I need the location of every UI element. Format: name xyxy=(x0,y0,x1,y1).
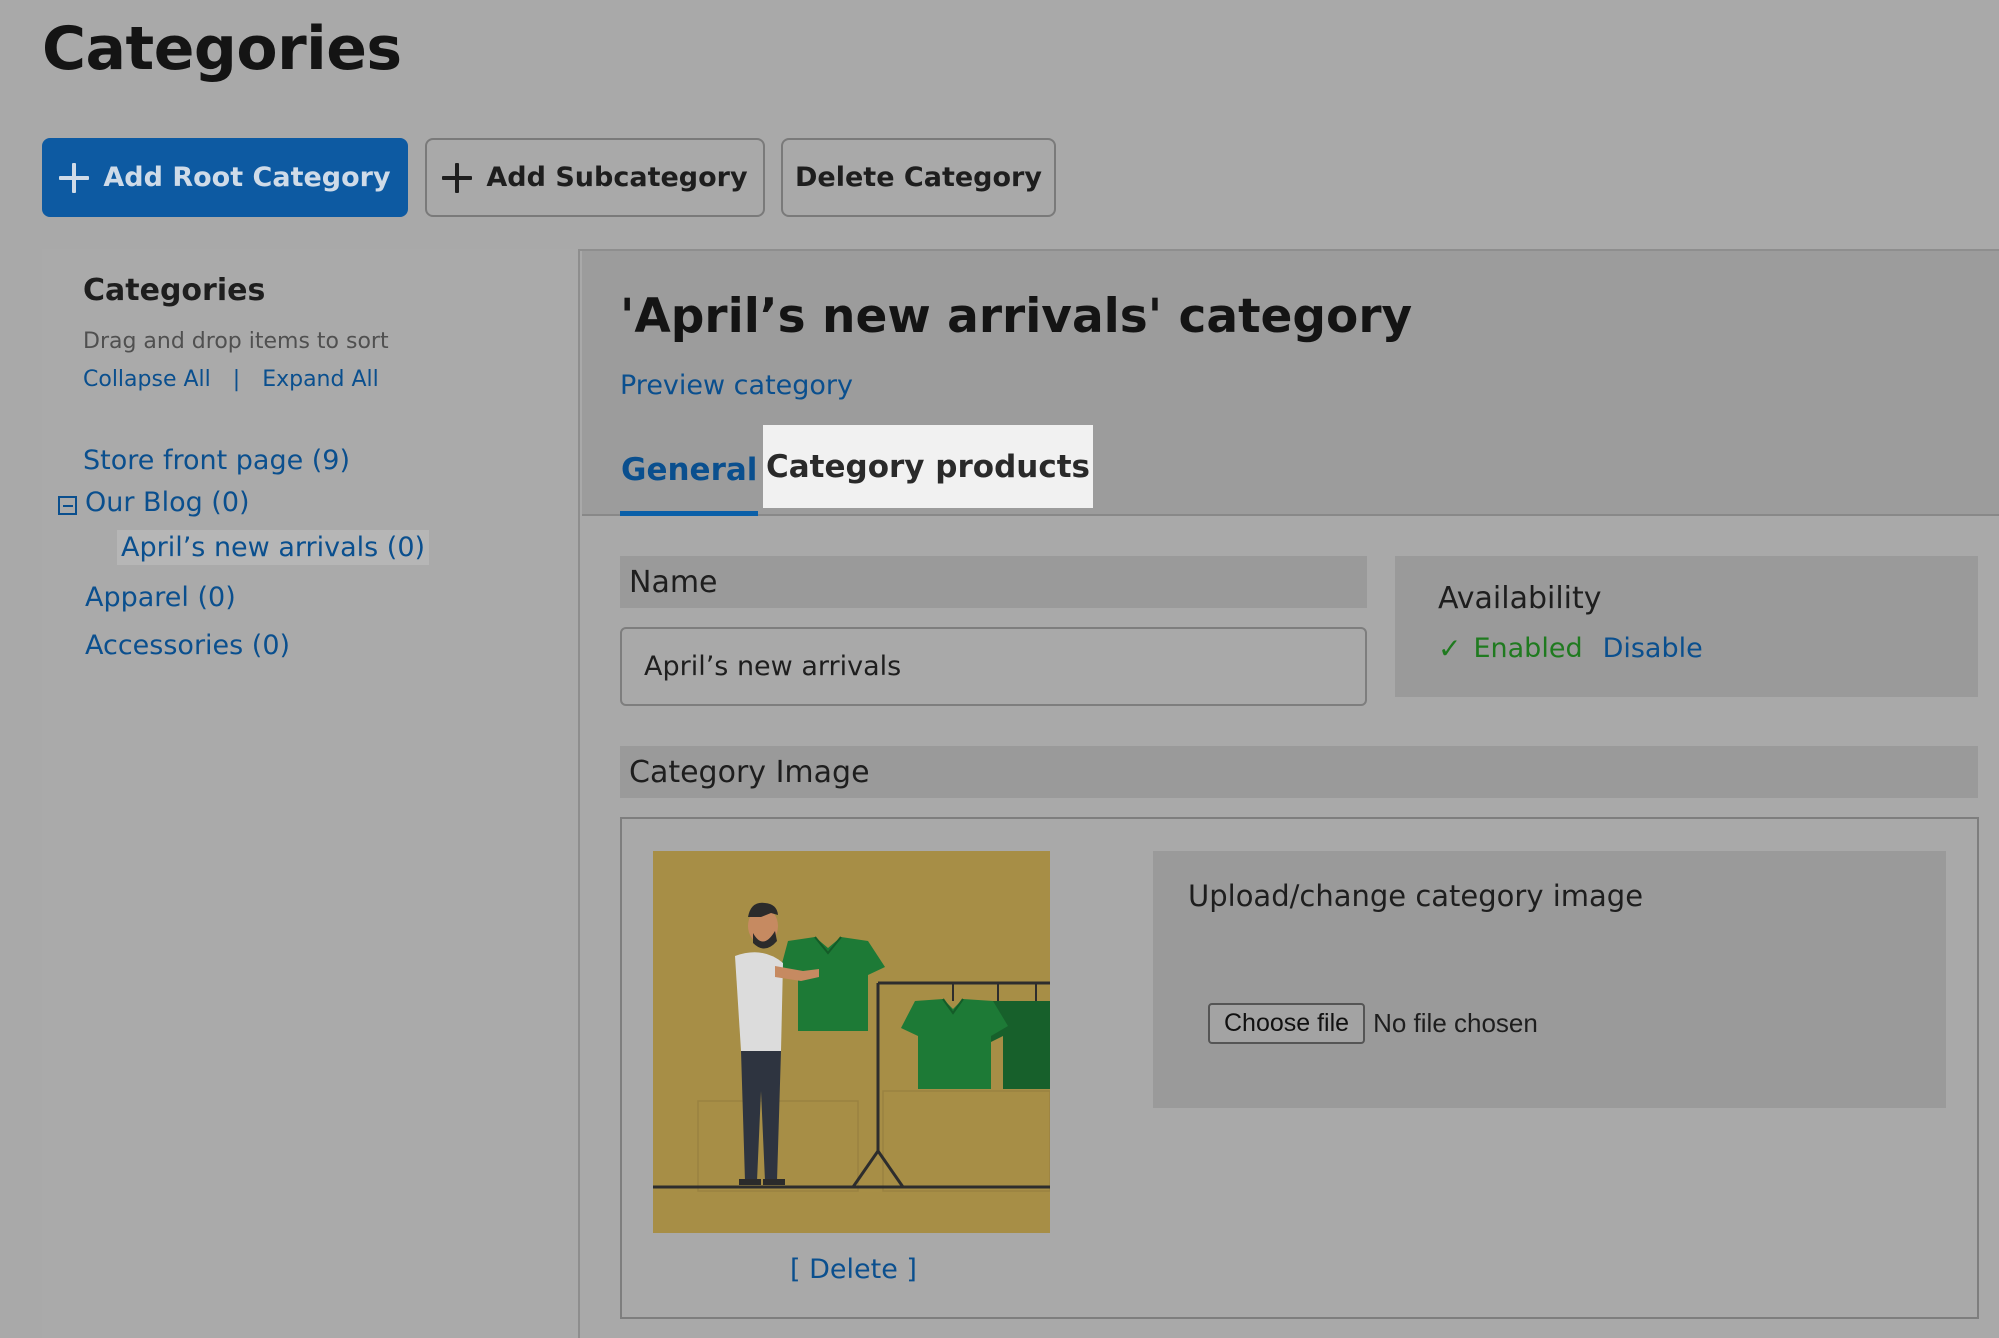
name-label: Name xyxy=(620,556,1367,608)
plus-icon xyxy=(59,162,90,193)
tab-category-products[interactable]: Category products xyxy=(763,425,1093,508)
availability-row: ✓ Enabled Disable xyxy=(1438,632,1703,665)
clothing-rack-illustration xyxy=(653,902,1050,1192)
plus-icon xyxy=(442,162,473,193)
preview-category-link[interactable]: Preview category xyxy=(620,370,853,401)
upload-title: Upload/change category image xyxy=(1188,879,1644,913)
add-root-category-button[interactable]: Add Root Category xyxy=(42,138,408,217)
sidebar-title: Categories xyxy=(83,273,266,308)
sidebar-item-store-front-page[interactable]: Store front page (9) xyxy=(83,445,350,476)
availability-title: Availability xyxy=(1438,581,1602,616)
delete-category-button[interactable]: Delete Category xyxy=(781,138,1056,217)
category-image-label: Category Image xyxy=(620,746,1978,798)
category-image-thumbnail xyxy=(653,851,1050,1233)
link-separator: | xyxy=(232,367,241,392)
category-sidebar: Categories Drag and drop items to sort C… xyxy=(42,249,580,1338)
name-field[interactable] xyxy=(620,627,1367,706)
delete-image-link[interactable]: [ Delete ] xyxy=(790,1254,917,1285)
upload-panel: Upload/change category image Choose file… xyxy=(1153,851,1946,1108)
sidebar-item-apparel[interactable]: Apparel (0) xyxy=(85,582,236,613)
add-root-category-label: Add Root Category xyxy=(103,162,391,193)
add-subcategory-label: Add Subcategory xyxy=(486,162,748,193)
sidebar-item-aprils-new-arrivals[interactable]: April’s new arrivals (0) xyxy=(117,530,430,565)
tab-general[interactable]: General xyxy=(620,428,759,516)
tree-controls: Collapse All | Expand All xyxy=(83,367,379,392)
category-heading: 'April’s new arrivals' category xyxy=(620,289,1413,344)
choose-file-button[interactable]: Choose file xyxy=(1208,1003,1366,1044)
collapse-toggle-icon[interactable] xyxy=(58,496,77,515)
expand-all-link[interactable]: Expand All xyxy=(262,367,379,392)
delete-category-label: Delete Category xyxy=(795,162,1042,193)
sidebar-hint: Drag and drop items to sort xyxy=(83,329,389,354)
sidebar-item-our-blog[interactable]: Our Blog (0) xyxy=(85,487,250,518)
check-icon: ✓ xyxy=(1438,632,1462,665)
file-input: Choose file No file chosen xyxy=(1208,1003,1538,1044)
file-status: No file chosen xyxy=(1373,1008,1538,1038)
add-subcategory-button[interactable]: Add Subcategory xyxy=(425,138,765,217)
page-title: Categories xyxy=(42,14,402,84)
collapse-all-link[interactable]: Collapse All xyxy=(83,367,211,392)
enabled-status: Enabled xyxy=(1473,633,1583,664)
disable-link[interactable]: Disable xyxy=(1603,633,1703,664)
sidebar-item-accessories[interactable]: Accessories (0) xyxy=(85,630,290,661)
availability-panel: Availability ✓ Enabled Disable xyxy=(1395,556,1978,697)
